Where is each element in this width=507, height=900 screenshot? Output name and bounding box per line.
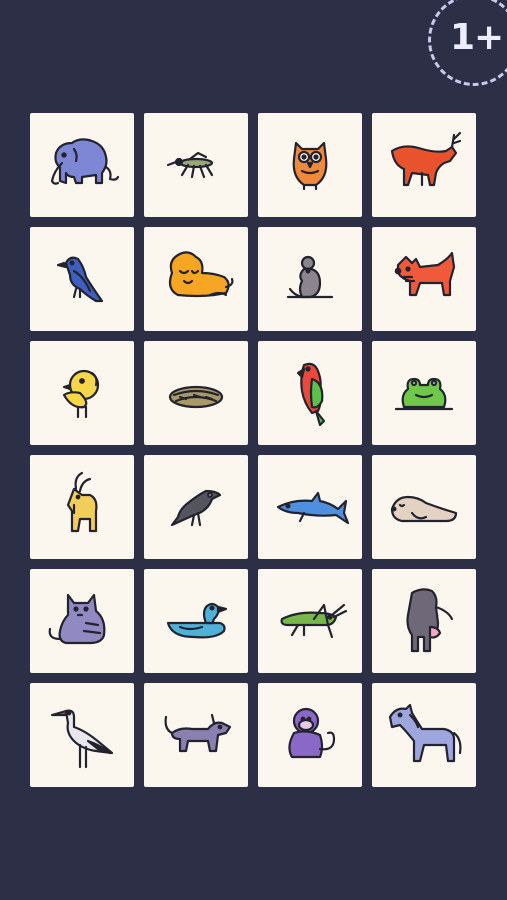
tile-chick[interactable] (30, 341, 134, 445)
deer-icon (390, 131, 462, 187)
parrot-icon (296, 362, 326, 427)
tile-lion[interactable] (144, 227, 248, 331)
tile-bluebird[interactable] (30, 227, 134, 331)
tile-goat[interactable] (30, 455, 134, 559)
tile-monkey[interactable] (258, 683, 362, 787)
crow-icon (170, 489, 222, 527)
mouse-icon (286, 255, 334, 299)
cat-icon (48, 593, 106, 645)
tile-mosquito[interactable] (144, 113, 248, 217)
tile-horse[interactable] (372, 683, 476, 787)
tile-owl[interactable] (258, 113, 362, 217)
tile-mouse[interactable] (258, 227, 362, 331)
owl-icon (292, 141, 328, 191)
tile-crow[interactable] (144, 455, 248, 559)
tile-cat[interactable] (30, 569, 134, 673)
frog-icon (394, 377, 454, 411)
tile-frog[interactable] (372, 341, 476, 445)
horse-icon (388, 703, 462, 763)
seal-icon (390, 495, 458, 523)
cow-icon (406, 588, 454, 653)
stork-icon (50, 709, 114, 769)
duck-icon (166, 602, 228, 639)
tile-terrier[interactable] (372, 227, 476, 331)
bluebird-icon (56, 256, 104, 303)
tile-dog[interactable] (144, 683, 248, 787)
elephant-icon (50, 138, 120, 185)
tile-duck[interactable] (144, 569, 248, 673)
tile-stork[interactable] (30, 683, 134, 787)
chick-icon (62, 369, 100, 419)
tile-grasshopper[interactable] (258, 569, 362, 673)
lion-icon (168, 251, 234, 298)
tile-nest[interactable] (144, 341, 248, 445)
tile-cow[interactable] (372, 569, 476, 673)
dog-icon (164, 713, 232, 753)
monkey-icon (288, 707, 336, 759)
tile-dolphin[interactable] (258, 455, 362, 559)
terrier-icon (394, 251, 456, 297)
tile-elephant[interactable] (30, 113, 134, 217)
age-badge-label[interactable]: 1+ (450, 18, 507, 58)
tile-seal[interactable] (372, 455, 476, 559)
tile-deer[interactable] (372, 113, 476, 217)
tile-parrot[interactable] (258, 341, 362, 445)
animal-grid (30, 113, 476, 787)
grasshopper-icon (280, 603, 348, 639)
goat-icon (66, 471, 98, 533)
nest-icon (168, 385, 224, 409)
mosquito-icon (166, 151, 214, 179)
dolphin-icon (276, 491, 350, 525)
